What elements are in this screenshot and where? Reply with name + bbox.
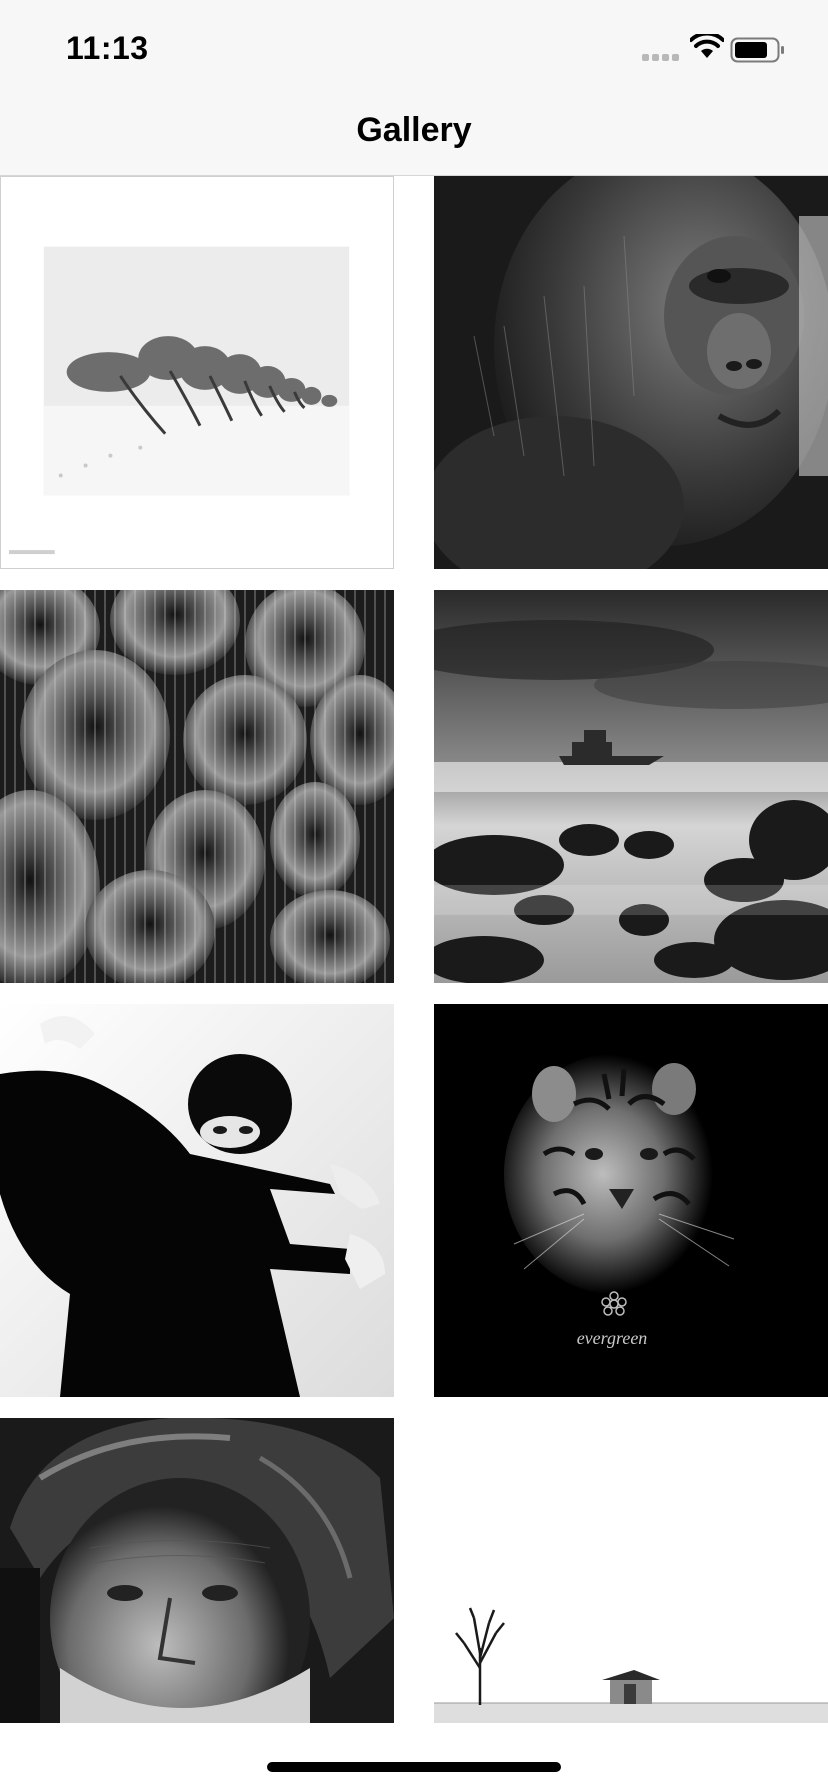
photo-windswept-trees[interactable] <box>0 176 394 569</box>
photo-image <box>0 1004 394 1397</box>
photo-gorilla[interactable] <box>434 176 828 569</box>
photo-image <box>0 1418 394 1723</box>
photo-tiger[interactable]: evergreen <box>434 1004 828 1397</box>
signal-icon <box>642 54 679 61</box>
photo-barrel-cacti[interactable] <box>0 590 394 983</box>
photo-image <box>434 590 828 983</box>
status-bar: 11:13 <box>0 0 828 90</box>
battery-icon <box>730 37 784 63</box>
photo-old-man-helmet[interactable] <box>0 1418 394 1723</box>
status-icons <box>642 34 792 66</box>
photo-woman-sweater[interactable] <box>0 1004 394 1397</box>
photo-image <box>0 590 394 983</box>
home-indicator[interactable] <box>267 1762 561 1772</box>
navigation-bar: Gallery <box>0 90 828 176</box>
photo-tree-and-hut[interactable] <box>434 1418 828 1723</box>
photo-image <box>434 1418 828 1723</box>
photo-shipwreck-seascape[interactable] <box>434 590 828 983</box>
tiger-caption: evergreen <box>577 1328 648 1348</box>
photo-image: evergreen <box>434 1004 828 1397</box>
photo-image <box>434 176 828 569</box>
status-time: 11:13 <box>66 30 149 66</box>
wifi-icon <box>690 34 724 58</box>
photo-image <box>1 177 393 568</box>
page-title: Gallery <box>356 111 472 149</box>
